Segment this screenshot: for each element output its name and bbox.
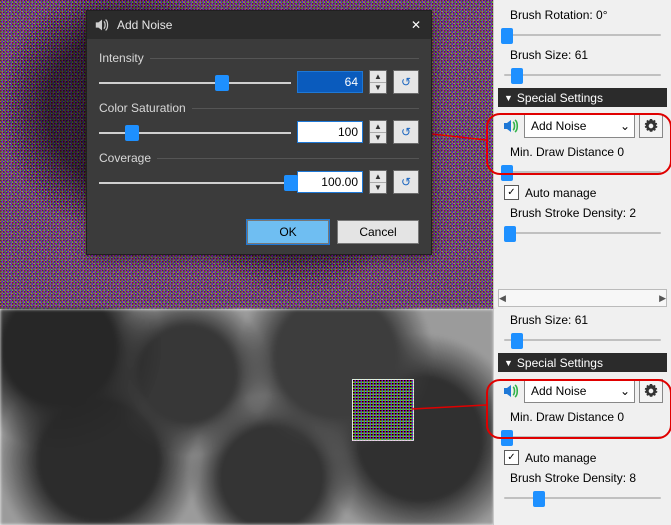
sound-icon: [502, 117, 520, 135]
saturation-spinner[interactable]: ▲ ▼: [369, 120, 387, 144]
brush-size-label: Brush Size: 61: [510, 48, 671, 62]
brush-size-slider[interactable]: [504, 64, 661, 82]
auto-manage-row: ✓ Auto manage: [504, 450, 671, 465]
disclosure-icon: ▼: [504, 358, 513, 368]
disclosure-icon: ▼: [504, 93, 513, 103]
coverage-slider[interactable]: [99, 172, 291, 192]
dropdown-label: Add Noise: [531, 384, 586, 398]
add-noise-dialog: Add Noise ✕ Intensity 64 ▲ ▼ ↺ Color Sat…: [87, 11, 431, 254]
auto-manage-row: ✓ Auto manage: [504, 185, 671, 200]
spin-up-icon[interactable]: ▲: [370, 121, 386, 133]
saturation-label: Color Saturation: [99, 101, 186, 115]
dropdown-label: Add Noise: [531, 119, 586, 133]
gear-button[interactable]: [639, 114, 663, 138]
special-settings-header[interactable]: ▼ Special Settings: [498, 353, 667, 372]
sound-icon: [502, 382, 520, 400]
close-icon: ✕: [411, 18, 421, 32]
density-slider[interactable]: [504, 487, 661, 505]
auto-manage-label: Auto manage: [525, 186, 596, 200]
dialog-title: Add Noise: [117, 18, 172, 32]
coverage-reset-button[interactable]: ↺: [393, 170, 419, 194]
noise-effect-row: Add Noise ⌄: [502, 378, 663, 404]
bottom-half: Brush Size: 61 ▼ Special Settings Add No…: [0, 309, 671, 525]
spin-down-icon[interactable]: ▼: [370, 183, 386, 194]
chevron-down-icon: ⌄: [620, 119, 630, 133]
canvas-bottom[interactable]: [0, 309, 494, 525]
intensity-reset-button[interactable]: ↺: [393, 70, 419, 94]
effect-dropdown[interactable]: Add Noise ⌄: [524, 114, 635, 138]
auto-manage-checkbox[interactable]: ✓: [504, 185, 519, 200]
brush-rotation-label: Brush Rotation: 0°: [510, 8, 671, 22]
auto-manage-label: Auto manage: [525, 451, 596, 465]
intensity-label: Intensity: [99, 51, 144, 65]
coverage-label: Coverage: [99, 151, 151, 165]
dialog-titlebar[interactable]: Add Noise ✕: [87, 11, 431, 39]
saturation-input[interactable]: 100: [297, 121, 363, 143]
noise-sample-patch: [352, 379, 414, 441]
density-label: Brush Stroke Density: 2: [510, 206, 671, 220]
min-draw-label: Min. Draw Distance 0: [510, 145, 671, 159]
undo-icon: ↺: [401, 125, 411, 139]
density-slider[interactable]: [504, 222, 661, 240]
intensity-input[interactable]: 64: [297, 71, 363, 93]
spin-down-icon[interactable]: ▼: [370, 83, 386, 94]
scroll-right-icon[interactable]: ▶: [659, 293, 666, 304]
undo-icon: ↺: [401, 175, 411, 189]
intensity-spinner[interactable]: ▲ ▼: [369, 70, 387, 94]
brush-size-slider[interactable]: [504, 329, 661, 347]
saturation-slider[interactable]: [99, 122, 291, 142]
scroll-left-icon[interactable]: ◀: [499, 293, 506, 304]
dialog-body: Intensity 64 ▲ ▼ ↺ Color Saturation 100: [87, 39, 431, 205]
saturation-reset-button[interactable]: ↺: [393, 120, 419, 144]
spin-up-icon[interactable]: ▲: [370, 171, 386, 183]
effect-dropdown[interactable]: Add Noise ⌄: [524, 379, 635, 403]
side-panel-bottom: Brush Size: 61 ▼ Special Settings Add No…: [494, 309, 671, 525]
close-button[interactable]: ✕: [407, 16, 425, 34]
sound-icon: [93, 16, 111, 34]
coverage-input[interactable]: 100.00: [297, 171, 363, 193]
root: Brush Rotation: 0° Brush Size: 61 ▼ Spec…: [0, 0, 671, 525]
chevron-down-icon: ⌄: [620, 384, 630, 398]
min-draw-slider[interactable]: [504, 161, 661, 179]
special-settings-label: Special Settings: [517, 356, 603, 370]
min-draw-slider[interactable]: [504, 426, 661, 444]
density-label: Brush Stroke Density: 8: [510, 471, 671, 485]
auto-manage-checkbox[interactable]: ✓: [504, 450, 519, 465]
coverage-spinner[interactable]: ▲ ▼: [369, 170, 387, 194]
brush-size-label: Brush Size: 61: [510, 313, 671, 327]
special-settings-label: Special Settings: [517, 91, 603, 105]
cancel-button[interactable]: Cancel: [337, 220, 419, 244]
brush-rotation-slider[interactable]: [504, 24, 661, 42]
side-panel-top: Brush Rotation: 0° Brush Size: 61 ▼ Spec…: [494, 0, 671, 311]
spin-up-icon[interactable]: ▲: [370, 71, 386, 83]
undo-icon: ↺: [401, 75, 411, 89]
gear-button[interactable]: [639, 379, 663, 403]
special-settings-header[interactable]: ▼ Special Settings: [498, 88, 667, 107]
horizontal-scrollbar[interactable]: ◀ ▶: [498, 289, 667, 307]
spin-down-icon[interactable]: ▼: [370, 133, 386, 144]
ok-button[interactable]: OK: [247, 220, 329, 244]
noise-effect-row: Add Noise ⌄: [502, 113, 663, 139]
min-draw-label: Min. Draw Distance 0: [510, 410, 671, 424]
intensity-slider[interactable]: [99, 72, 291, 92]
